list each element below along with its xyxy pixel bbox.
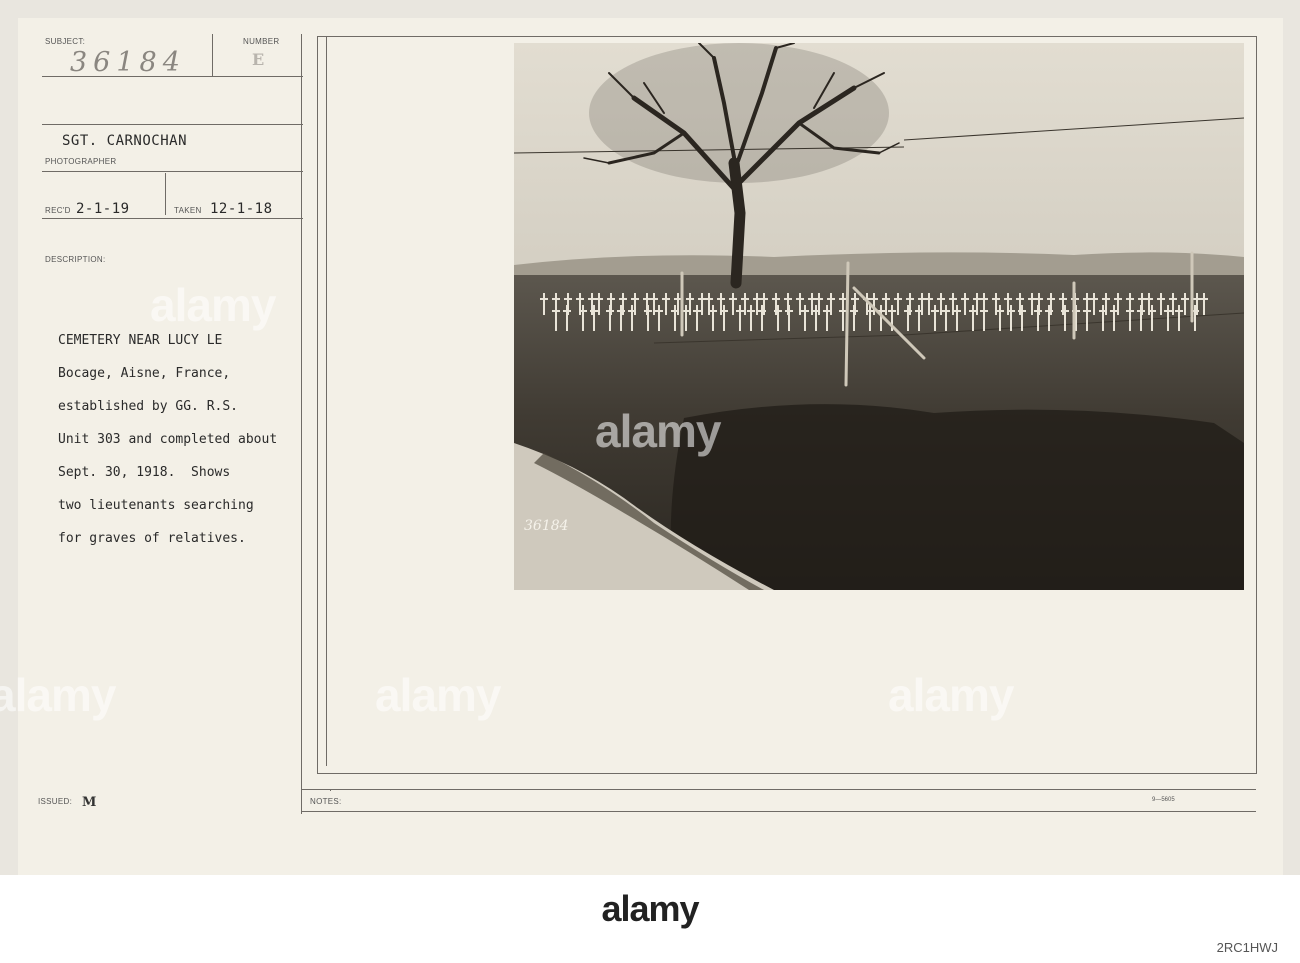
description-line: CEMETERY NEAR LUCY LE: [58, 332, 223, 348]
description-line: Unit 303 and completed about: [58, 431, 278, 447]
number-label: NUMBER: [243, 37, 280, 46]
recd-label: REC'D: [45, 206, 71, 215]
description-line: established by GG. R.S.: [58, 398, 239, 414]
tree-canopy: [589, 43, 889, 183]
frame-bottom: [317, 773, 1257, 774]
watermark-image-id: 2RC1HWJ: [1216, 940, 1278, 955]
issued-label: ISSUED:: [38, 797, 73, 806]
watermark-right: alamy: [888, 669, 1014, 721]
photo-svg: [514, 43, 1244, 590]
subject-label: SUBJECT:: [45, 37, 86, 46]
description-text: CEMETERY NEAR LUCY LE Bocage, Aisne, Fra…: [58, 316, 348, 564]
watermark-left: alamy: [0, 669, 116, 721]
photo-inscription: 36184: [524, 518, 569, 534]
divider-photographer: [42, 124, 303, 125]
notes-rule-top: [301, 789, 1256, 790]
divider-dates-vertical: [165, 173, 166, 215]
description-line: two lieutenants searching: [58, 497, 254, 513]
taken-date: 12-1-18: [210, 201, 273, 217]
taken-label: TAKEN: [174, 206, 202, 215]
notes-label: NOTES:: [310, 797, 342, 806]
form-code: 9—5605: [1152, 797, 1175, 803]
notes-rule-bottom: [301, 811, 1256, 812]
recd-date: 2-1-19: [76, 201, 130, 217]
photographer-name: SGT. CARNOCHAN: [62, 133, 188, 149]
description-line: Bocage, Aisne, France,: [58, 365, 231, 381]
watermark-logo: alamy: [601, 888, 699, 929]
subject-number: 36184: [70, 47, 186, 78]
watermark-center: alamy: [595, 405, 721, 457]
shadow: [670, 404, 1244, 590]
left-column-rule: [330, 790, 331, 791]
description-line: for graves of relatives.: [58, 530, 246, 546]
frame-right: [1256, 36, 1257, 774]
number-mark: E: [252, 50, 265, 69]
issued-value: M: [82, 795, 97, 810]
divider-number-vertical: [212, 34, 213, 77]
divider-dates: [42, 218, 303, 219]
cemetery-photograph: [514, 43, 1244, 590]
divider-photographer-lower: [42, 171, 303, 172]
frame-top: [317, 36, 1257, 37]
description-line: Sept. 30, 1918. Shows: [58, 464, 231, 480]
watermark-top: alamy: [150, 279, 276, 331]
description-label: DESCRIPTION:: [45, 255, 106, 264]
photographer-label: PHOTOGRAPHER: [45, 157, 117, 166]
watermark-mid-left: alamy: [375, 669, 501, 721]
